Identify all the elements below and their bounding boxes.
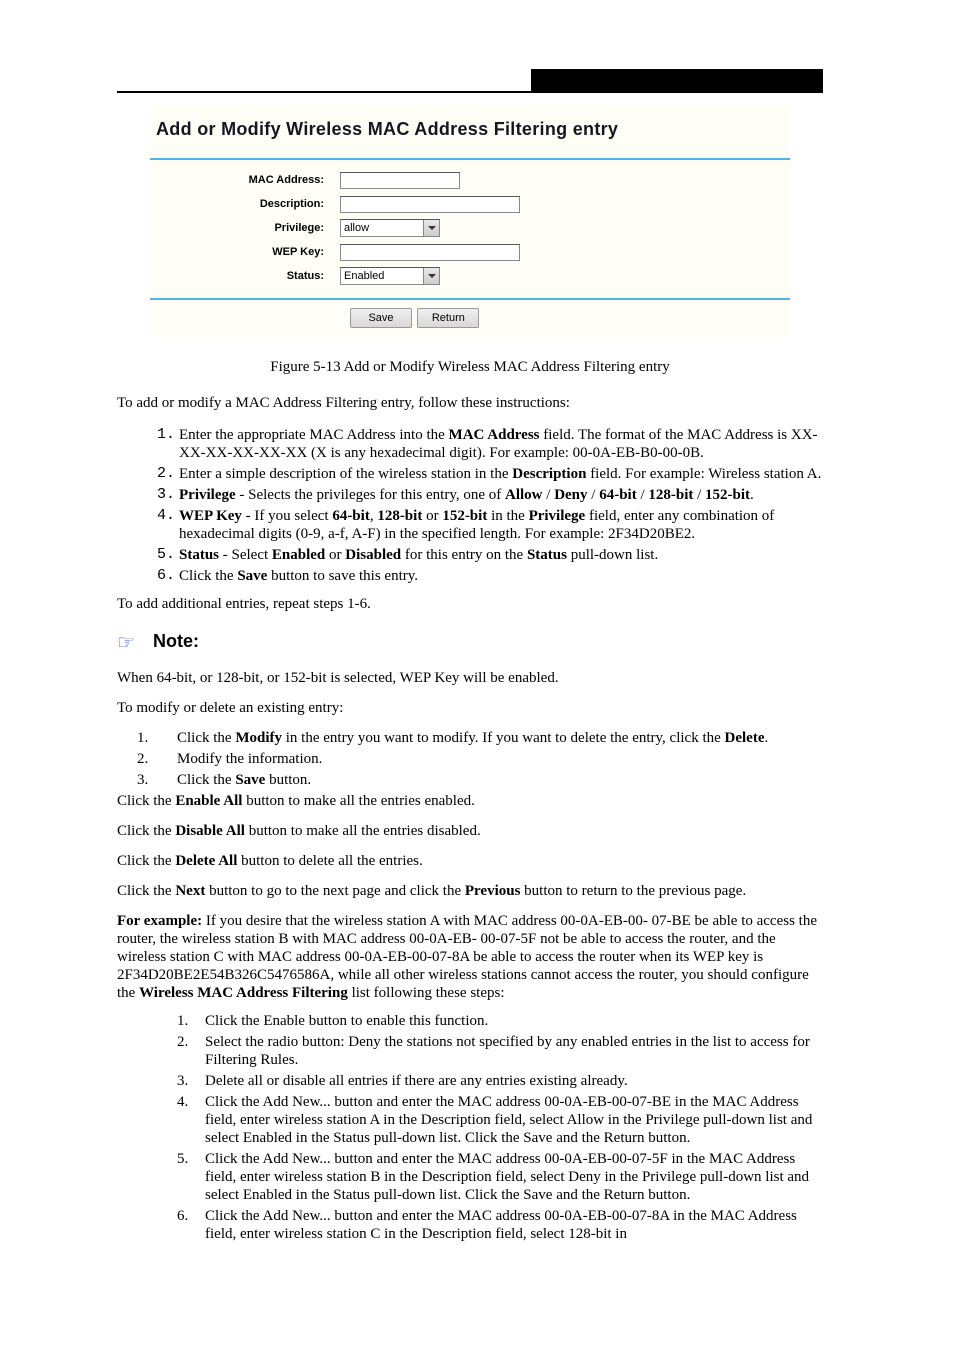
- modify-intro: To modify or delete an existing entry:: [117, 699, 823, 717]
- step-text: Click the Add New... button and enter th…: [205, 1207, 823, 1243]
- label-status: Status:: [150, 270, 340, 282]
- list-item: 1.Click the Enable button to enable this…: [177, 1012, 823, 1030]
- label-wep: WEP Key:: [150, 246, 340, 258]
- row-wep: WEP Key:: [150, 240, 790, 264]
- disable-all-text: Click the Disable All button to make all…: [117, 822, 823, 840]
- bullet-num: 1.: [157, 426, 179, 462]
- bullet-text: Status - Select Enabled or Disabled for …: [179, 546, 823, 564]
- row-desc: Description:: [150, 192, 790, 216]
- note-label: Note:: [153, 631, 823, 653]
- note-block: ☞ Note:: [117, 631, 823, 653]
- step-num: 2.: [177, 1033, 205, 1069]
- step-text: Click the Save button.: [177, 771, 823, 789]
- bullet-text: Privilege - Selects the privileges for t…: [179, 486, 823, 504]
- note-body: When 64-bit, or 128-bit, or 152-bit is s…: [117, 669, 823, 687]
- rule-bottom: [150, 298, 790, 300]
- list-item: 4.WEP Key - If you select 64-bit, 128-bi…: [157, 507, 823, 543]
- list-item: 3.Click the Save button.: [137, 771, 823, 789]
- privilege-value: allow: [344, 222, 369, 234]
- label-priv: Privilege:: [150, 222, 340, 234]
- header-bar: [531, 69, 819, 91]
- list-item: 2.Enter a simple description of the wire…: [157, 465, 823, 483]
- bullet-text: Enter the appropriate MAC Address into t…: [179, 426, 823, 462]
- form-title: Add or Modify Wireless MAC Address Filte…: [150, 105, 790, 154]
- nav-text: Click the Next button to go to the next …: [117, 882, 823, 900]
- list-item: 1.Click the Modify in the entry you want…: [137, 729, 823, 747]
- bullet-text: WEP Key - If you select 64-bit, 128-bit …: [179, 507, 823, 543]
- top-rule: [117, 91, 823, 93]
- status-value: Enabled: [344, 270, 384, 282]
- list-item: 6.Click the Add New... button and enter …: [177, 1207, 823, 1243]
- list-item: 5.Status - Select Enabled or Disabled fo…: [157, 546, 823, 564]
- chevron-down-icon: [423, 268, 439, 284]
- rule-top: [150, 158, 790, 160]
- save-button[interactable]: Save: [350, 308, 412, 328]
- privilege-select[interactable]: allow: [340, 219, 440, 237]
- delete-all-text: Click the Delete All button to delete al…: [117, 852, 823, 870]
- list-item: 3.Privilege - Selects the privileges for…: [157, 486, 823, 504]
- step-num: 2.: [137, 750, 177, 768]
- bullet-num: 6.: [157, 567, 179, 585]
- step-num: 1.: [137, 729, 177, 747]
- list-item: 6.Click the Save button to save this ent…: [157, 567, 823, 585]
- step-text: Delete all or disable all entries if the…: [205, 1072, 823, 1090]
- step-num: 5.: [177, 1150, 205, 1204]
- bullet-text: Click the Save button to save this entry…: [179, 567, 823, 585]
- intro-text: To add or modify a MAC Address Filtering…: [117, 394, 823, 412]
- label-desc: Description:: [150, 198, 340, 210]
- row-mac: MAC Address:: [150, 168, 790, 192]
- list-item: 2.Select the radio button: Deny the stat…: [177, 1033, 823, 1069]
- bullet-num: 4.: [157, 507, 179, 543]
- step-text: Click the Add New... button and enter th…: [205, 1093, 823, 1147]
- list-item: 2.Modify the information.: [137, 750, 823, 768]
- row-priv: Privilege: allow: [150, 216, 790, 240]
- step-num: 4.: [177, 1093, 205, 1147]
- label-mac: MAC Address:: [150, 174, 340, 186]
- step-num: 1.: [177, 1012, 205, 1030]
- step-text: Modify the information.: [177, 750, 823, 768]
- pointing-hand-icon: ☞: [117, 631, 145, 653]
- step-text: Select the radio button: Deny the statio…: [205, 1033, 823, 1069]
- bullet-num: 5.: [157, 546, 179, 564]
- chevron-down-icon: [423, 220, 439, 236]
- button-row: Save Return: [150, 308, 790, 328]
- return-button[interactable]: Return: [417, 308, 479, 328]
- row-status: Status: Enabled: [150, 264, 790, 288]
- bullet-list: 1.Enter the appropriate MAC Address into…: [157, 426, 823, 585]
- step-text: Click the Modify in the entry you want t…: [177, 729, 823, 747]
- step-text: Click the Add New... button and enter th…: [205, 1150, 823, 1204]
- bullet-num: 3.: [157, 486, 179, 504]
- document-body: Figure 5-13 Add or Modify Wireless MAC A…: [117, 358, 823, 1246]
- example-steps: 1.Click the Enable button to enable this…: [117, 1012, 823, 1243]
- header-bar-accent: [817, 69, 823, 91]
- step-text: Click the Enable button to enable this f…: [205, 1012, 823, 1030]
- enable-all-text: Click the Enable All button to make all …: [117, 792, 823, 810]
- wep-key-input[interactable]: [340, 244, 520, 261]
- step-num: 3.: [137, 771, 177, 789]
- figure-caption: Figure 5-13 Add or Modify Wireless MAC A…: [117, 358, 823, 376]
- repeat-note: To add additional entries, repeat steps …: [117, 595, 823, 613]
- list-item: 1.Enter the appropriate MAC Address into…: [157, 426, 823, 462]
- bullet-num: 2.: [157, 465, 179, 483]
- form-figure: Add or Modify Wireless MAC Address Filte…: [150, 105, 790, 338]
- list-item: 5.Click the Add New... button and enter …: [177, 1150, 823, 1204]
- description-input[interactable]: [340, 196, 520, 213]
- list-item: 4.Click the Add New... button and enter …: [177, 1093, 823, 1147]
- step-num: 3.: [177, 1072, 205, 1090]
- example-intro: For example: If you desire that the wire…: [117, 912, 823, 1002]
- mac-address-input[interactable]: [340, 172, 460, 189]
- list-item: 3.Delete all or disable all entries if t…: [177, 1072, 823, 1090]
- modify-steps: 1.Click the Modify in the entry you want…: [117, 729, 823, 789]
- status-select[interactable]: Enabled: [340, 267, 440, 285]
- step-num: 6.: [177, 1207, 205, 1243]
- bullet-text: Enter a simple description of the wirele…: [179, 465, 823, 483]
